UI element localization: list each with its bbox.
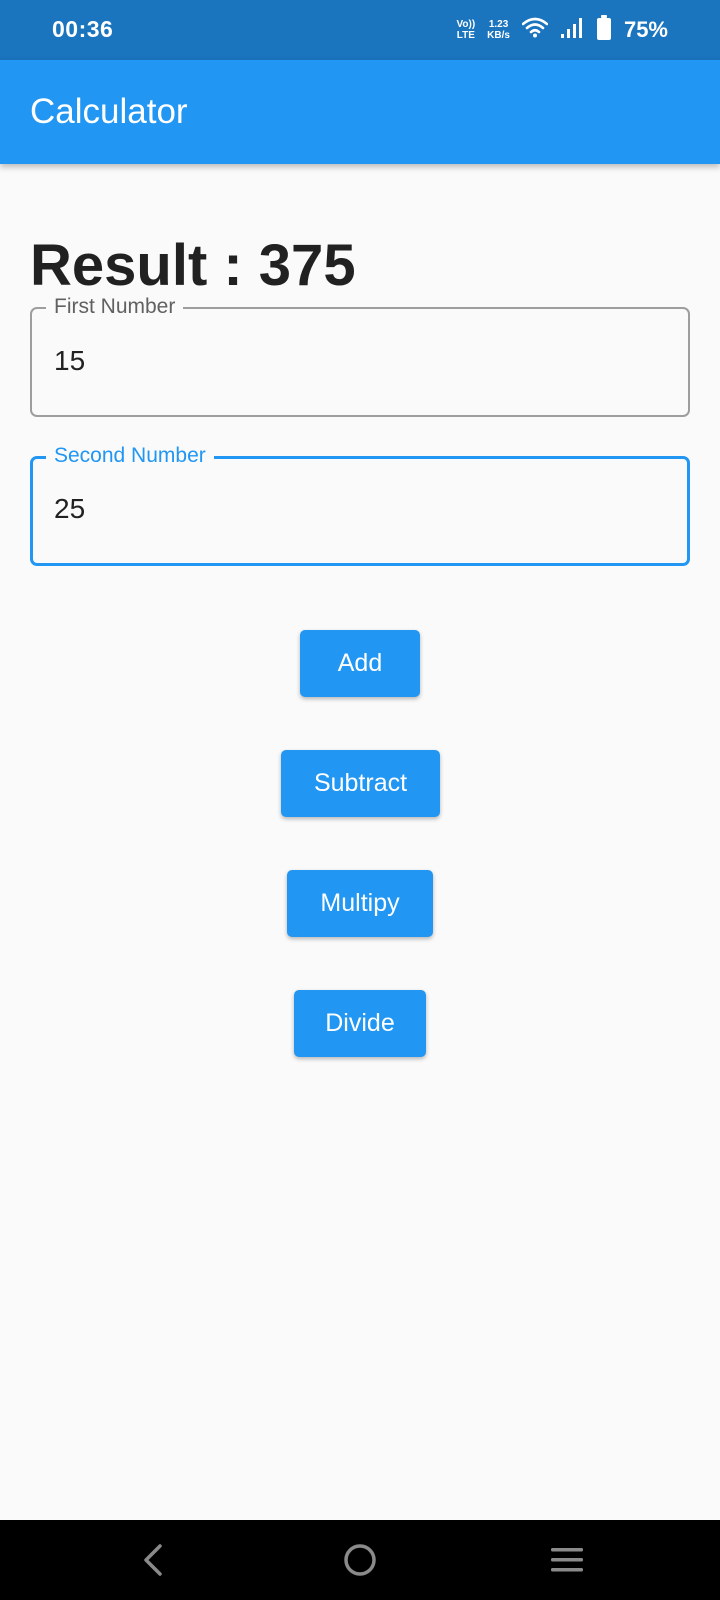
volte-indicator: Vo)) LTE xyxy=(456,19,475,41)
first-number-field[interactable]: First Number 15 xyxy=(30,294,690,417)
menu-icon[interactable] xyxy=(547,1540,587,1580)
multiply-button[interactable]: Multipy xyxy=(287,870,433,937)
battery-percent: 75% xyxy=(623,17,668,42)
network-speed: 1.23 KB/s xyxy=(487,19,510,41)
add-button[interactable]: Add xyxy=(300,630,420,697)
home-icon[interactable] xyxy=(340,1540,380,1580)
second-number-field[interactable]: Second Number 25 xyxy=(30,443,690,566)
result-text: Result : 375 xyxy=(30,233,356,298)
network-speed-value: 1.23 xyxy=(488,19,509,30)
volte-top: Vo)) xyxy=(456,19,476,30)
navigation-bar xyxy=(0,1520,720,1600)
status-icons: Vo)) LTE 1.23 KB/s 75% xyxy=(456,14,668,46)
app-title: Calculator xyxy=(30,92,188,131)
first-number-input[interactable]: 15 xyxy=(54,345,654,377)
signal-icon xyxy=(560,16,584,45)
back-icon[interactable] xyxy=(134,1540,174,1580)
battery-icon xyxy=(596,14,612,46)
network-speed-unit: KB/s xyxy=(487,30,510,41)
subtract-button[interactable]: Subtract xyxy=(281,750,440,817)
screen: 00:36 Vo)) LTE 1.23 KB/s 75% Calculator … xyxy=(0,0,720,1600)
second-number-input[interactable]: 25 xyxy=(54,493,654,525)
app-bar: Calculator xyxy=(0,60,720,164)
status-bar: 00:36 Vo)) LTE 1.23 KB/s 75% xyxy=(0,0,720,60)
status-time: 00:36 xyxy=(52,16,114,42)
wifi-icon xyxy=(521,16,549,45)
second-number-label: Second Number xyxy=(46,443,214,469)
first-number-label: First Number xyxy=(46,294,184,320)
divide-button[interactable]: Divide xyxy=(294,990,426,1057)
volte-bottom: LTE xyxy=(456,30,475,41)
